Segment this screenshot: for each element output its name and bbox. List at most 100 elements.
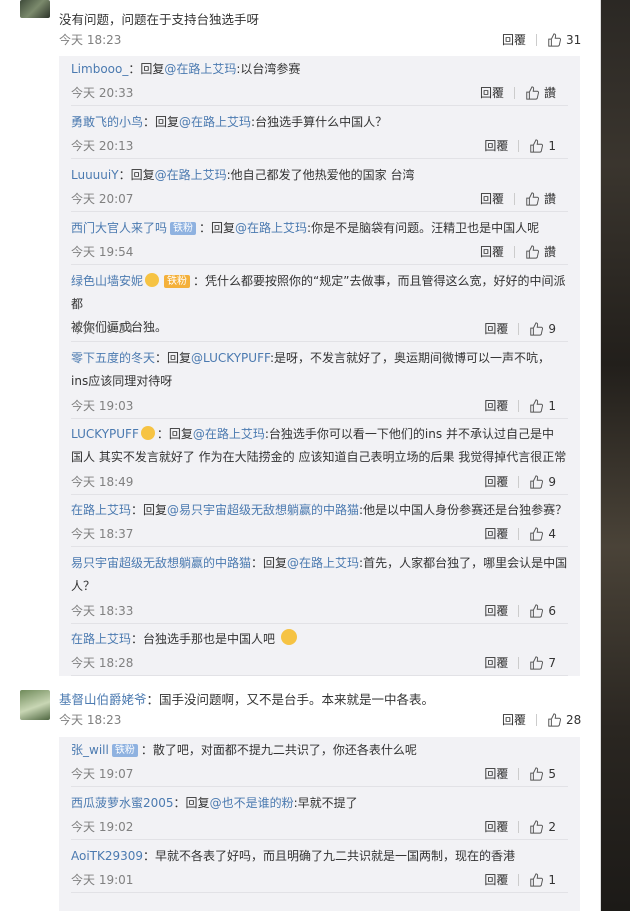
reply-button[interactable]: 回覆: [484, 818, 508, 835]
reply-user[interactable]: AoiTK29309: [71, 849, 143, 863]
commenter-avatar[interactable]: [20, 690, 50, 720]
mention-link[interactable]: @易只宇宙超级无敌想躺赢的中路猫: [167, 503, 359, 517]
mention-link[interactable]: @在路上艾玛: [164, 62, 236, 76]
mention-link[interactable]: @LUCKYPUFF: [191, 351, 270, 365]
divider: [518, 139, 520, 152]
like-count: 讚: [543, 192, 556, 206]
reply-actions: 回覆 7: [484, 654, 556, 671]
divider: [518, 820, 520, 833]
fan-badge: 铁粉: [111, 744, 138, 757]
like-button[interactable]: 9: [529, 322, 556, 336]
like-button[interactable]: 讚: [525, 243, 556, 260]
reply-user[interactable]: 零下五度的冬天: [71, 351, 155, 365]
reply-user[interactable]: 在路上艾玛: [71, 503, 131, 517]
reply-user[interactable]: LUCKYPUFF: [71, 427, 139, 441]
reply-button[interactable]: 回覆: [480, 190, 504, 207]
reply-button[interactable]: 回覆: [484, 137, 508, 154]
reply-time: 今天 19:02: [71, 820, 134, 834]
reply-text-rest: :台独选手算什么中国人？: [251, 115, 388, 129]
like-button[interactable]: 1: [529, 873, 556, 887]
reply-actions: 回覆 2: [484, 818, 556, 835]
reply-button[interactable]: 回覆: [480, 243, 504, 260]
row-divider: [71, 546, 568, 547]
reply-actions: 回覆 讚: [480, 84, 556, 101]
like-button[interactable]: 6: [529, 604, 556, 618]
divider: [536, 33, 538, 46]
row-divider: [71, 158, 568, 159]
mention-link[interactable]: @也不是谁的粉: [210, 796, 294, 810]
reply-user[interactable]: 西门大官人来了吗: [71, 221, 167, 235]
mention-link[interactable]: @在路上艾玛: [287, 556, 359, 570]
comment-user[interactable]: 基督山伯爵姥爷: [59, 692, 147, 707]
reply-user[interactable]: Limbooo_: [71, 62, 128, 76]
divider: [518, 604, 520, 617]
reply-button[interactable]: 回覆: [484, 397, 508, 414]
reply-item: 西门大官人来了吗 铁粉 ：回复@在路上艾玛:你是不是脑袋有问题。汪精卫也是中国人呢今…: [71, 215, 568, 265]
like-button[interactable]: 9: [529, 475, 556, 489]
thumbs-up-icon: [526, 85, 539, 100]
reply-text: ：回复: [251, 556, 288, 570]
thumbs-up-icon: [530, 603, 544, 618]
reply-actions: 回覆 1: [484, 137, 556, 154]
reply-user[interactable]: 易只宇宙超级无敌想躺赢的中路猫: [71, 556, 251, 570]
like-button[interactable]: 讚: [525, 190, 556, 207]
reply-text: ：回复: [155, 351, 192, 365]
reply-actions: 回覆 讚: [480, 243, 556, 260]
like-button[interactable]: 28: [547, 713, 581, 727]
thumbs-up-icon: [530, 138, 544, 153]
comment-actions: 回覆 31: [502, 31, 581, 48]
reply-user[interactable]: 绿色山墙安妮: [71, 274, 143, 288]
divider: [513, 192, 515, 205]
like-button[interactable]: 5: [529, 767, 556, 781]
divider: [518, 399, 520, 412]
main-comment: 没有问题，问题在于支持台独选手呀: [59, 9, 259, 28]
like-count: 31: [566, 32, 582, 47]
reply-item: 在路上艾玛：台独选手那也是中国人吧 今天 18:28 回覆 7: [71, 626, 568, 676]
reply-user[interactable]: 勇敢飞的小鸟: [71, 115, 143, 129]
reply-button[interactable]: 回覆: [502, 711, 526, 728]
fan-badge: 铁粉: [170, 222, 197, 235]
like-count: 讚: [543, 86, 556, 100]
reply-text-rest: :他自己都发了他热爱他的国家 台湾: [226, 168, 415, 182]
comment-actions: 回覆 28: [502, 711, 581, 728]
like-button[interactable]: 1: [529, 399, 556, 413]
reply-user[interactable]: 西瓜菠萝水蜜2005: [71, 796, 174, 810]
row-divider: [71, 839, 568, 840]
commenter-avatar[interactable]: [20, 0, 50, 18]
mention-link[interactable]: @在路上艾玛: [155, 168, 227, 182]
reply-button[interactable]: 回覆: [502, 31, 526, 48]
like-count: 1: [548, 138, 556, 153]
mention-link[interactable]: @在路上艾玛: [179, 115, 251, 129]
reply-actions: 回覆 9: [484, 473, 556, 490]
reply-text: ：回复: [143, 115, 180, 129]
like-button[interactable]: 1: [529, 139, 556, 153]
like-count: 1: [548, 398, 556, 413]
thumbs-up-icon: [530, 819, 544, 834]
reply-time: 今天 20:07: [71, 192, 134, 206]
reply-button[interactable]: 回覆: [484, 654, 508, 671]
like-button[interactable]: 31: [547, 33, 581, 47]
reply-button[interactable]: 回覆: [484, 602, 508, 619]
reply-button[interactable]: 回覆: [484, 473, 508, 490]
reply-button[interactable]: 回覆: [484, 320, 508, 337]
reply-text-rest: :以台湾参赛: [236, 62, 301, 76]
mention-link[interactable]: @在路上艾玛: [193, 427, 265, 441]
mention-link[interactable]: @在路上艾玛: [235, 221, 307, 235]
reply-user[interactable]: LuuuuiY: [71, 168, 119, 182]
like-button[interactable]: 4: [529, 527, 556, 541]
reply-item: LuuuuiY：回复@在路上艾玛:他自己都发了他热爱他的国家 台湾 今天 20:0…: [71, 162, 568, 212]
reply-button[interactable]: 回覆: [484, 765, 508, 782]
thumbs-up-icon: [530, 526, 544, 541]
reply-user[interactable]: 在路上艾玛: [71, 632, 131, 646]
reply-button[interactable]: 回覆: [484, 871, 508, 888]
comment-text: 没有问题，问题在于支持台独选手呀: [59, 12, 260, 27]
like-button[interactable]: 讚: [525, 84, 556, 101]
reply-item: Limbooo_：回复@在路上艾玛:以台湾参赛 今天 20:33 回覆 讚: [71, 56, 568, 106]
like-button[interactable]: 2: [529, 820, 556, 834]
reply-button[interactable]: 回覆: [484, 525, 508, 542]
like-button[interactable]: 7: [529, 656, 556, 670]
reply-actions: 回覆 1: [484, 871, 556, 888]
reply-button[interactable]: 回覆: [480, 84, 504, 101]
row-divider: [71, 494, 568, 495]
reply-user[interactable]: 张_will: [71, 743, 109, 757]
